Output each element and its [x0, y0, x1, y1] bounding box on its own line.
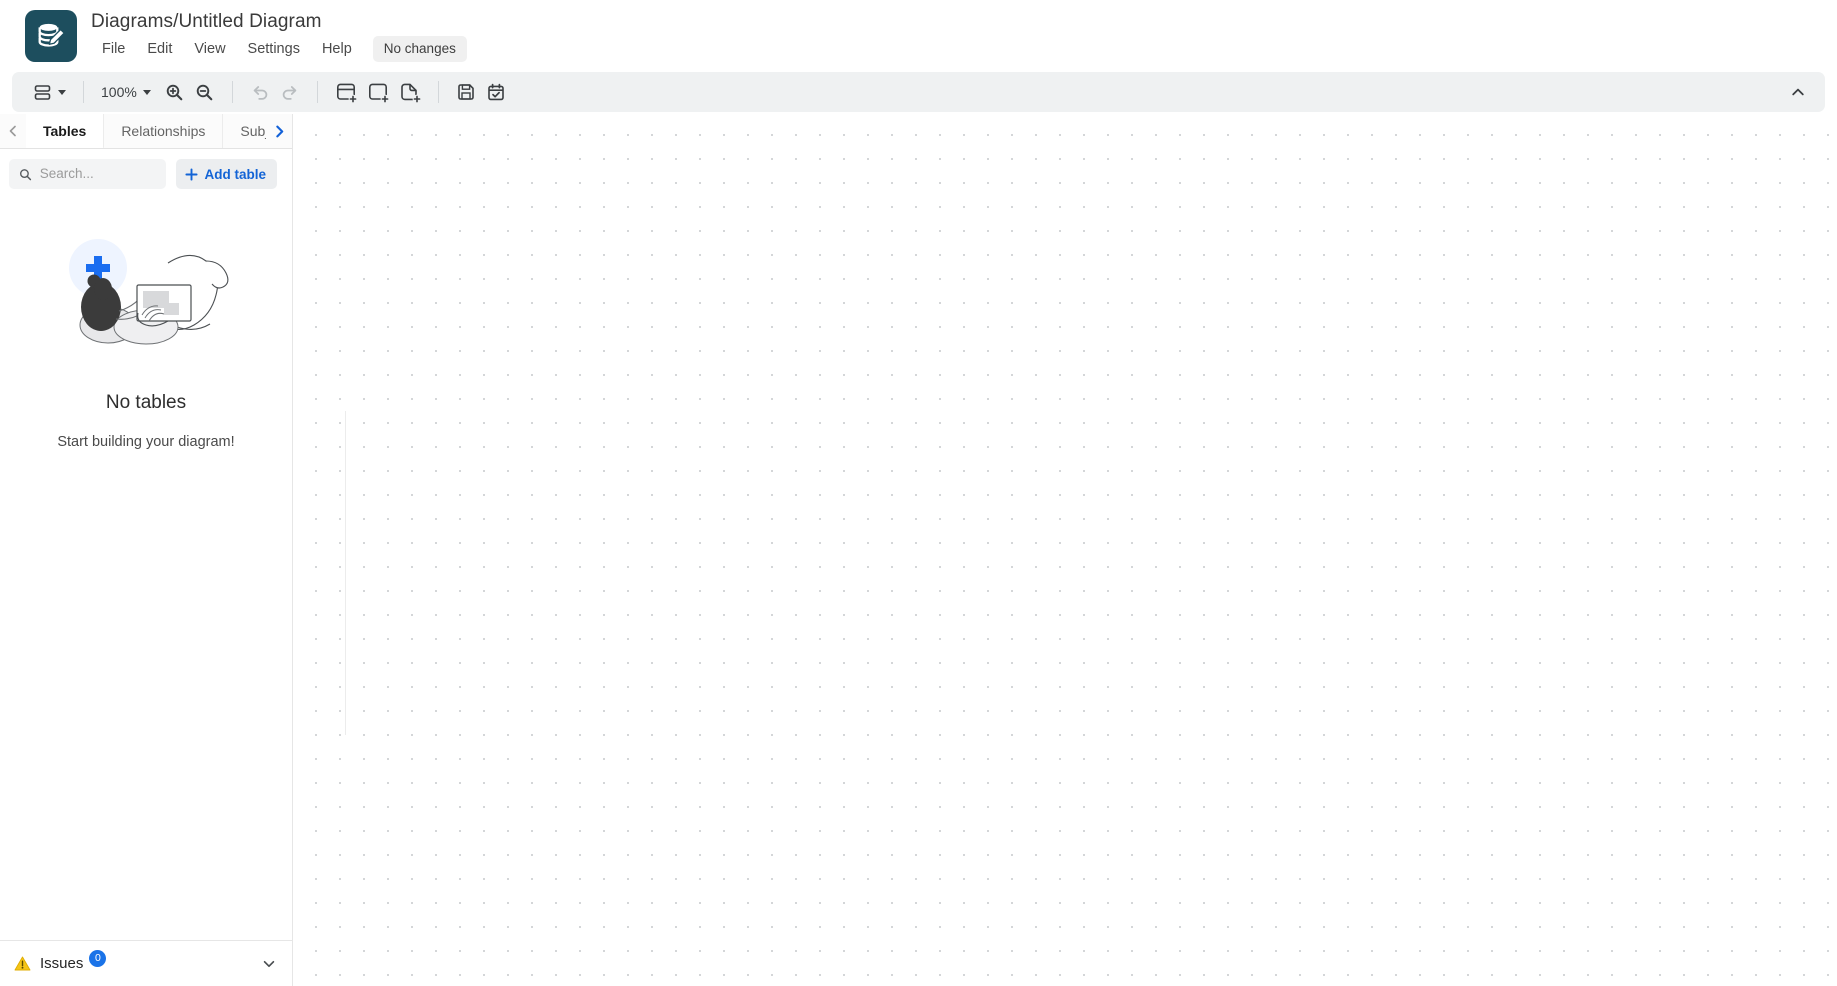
layout-dropdown-button[interactable]: [28, 77, 71, 107]
chevron-right-icon: [275, 125, 283, 137]
redo-button[interactable]: [275, 77, 305, 107]
zoom-in-icon: [167, 84, 183, 100]
canvas-vertical-divider: [345, 411, 346, 735]
rows-layout-icon: [34, 84, 51, 100]
calendar-check-icon: [488, 83, 504, 101]
add-subject-area-button[interactable]: [362, 77, 394, 107]
issues-label: Issues: [40, 954, 84, 972]
tab-scroll-right-button[interactable]: [266, 114, 292, 148]
empty-state-title: No tables: [105, 392, 187, 413]
menu-item-help[interactable]: Help: [311, 36, 363, 62]
zoom-level-dropdown[interactable]: 100%: [96, 77, 156, 107]
header-text-block: Diagrams/Untitled Diagram File Edit View…: [91, 10, 467, 62]
issues-count-badge: 0: [89, 950, 107, 967]
chevron-down-icon[interactable]: [260, 955, 278, 973]
left-sidebar: Tables Relationships Subject Are: [0, 114, 293, 986]
tab-label: Relationships: [121, 123, 206, 139]
sidebar-tabs: Tables Relationships Subject Are: [26, 114, 266, 148]
search-box[interactable]: [9, 159, 167, 189]
issues-bar[interactable]: Issues 0: [0, 940, 292, 986]
tab-label: Subject Are: [240, 123, 266, 139]
add-note-icon: [401, 83, 421, 103]
diagram-canvas[interactable]: [293, 114, 1837, 986]
toolbar-container: 100%: [0, 72, 1837, 114]
add-table-icon: [336, 83, 357, 103]
redo-icon: [282, 86, 297, 100]
toolbar-separator: [437, 81, 439, 103]
person-with-laptop-illustration: [69, 239, 229, 345]
menu-item-settings[interactable]: Settings: [237, 36, 311, 62]
menu-item-edit[interactable]: Edit: [136, 36, 183, 62]
save-button[interactable]: [451, 77, 481, 107]
tables-empty-state: No tables Start building your diagram!: [0, 197, 292, 940]
app-header: Diagrams/Untitled Diagram File Edit View…: [0, 0, 1837, 72]
add-note-button[interactable]: [394, 77, 426, 107]
plus-icon: [185, 167, 199, 181]
tab-label: Tables: [43, 122, 87, 139]
chevron-down-icon: [142, 89, 151, 95]
page-title: Diagrams/Untitled Diagram: [91, 11, 322, 32]
tab-scroll-left-button[interactable]: [0, 114, 26, 148]
zoom-in-button[interactable]: [160, 77, 190, 107]
issues-left-group: Issues 0: [14, 950, 260, 973]
add-table-button[interactable]: Add table: [176, 159, 277, 189]
sidebar-search-row: Add table: [0, 149, 292, 197]
toolbar: 100%: [12, 72, 1825, 112]
add-table-label: Add table: [204, 166, 266, 182]
sidebar-tab-relationships[interactable]: Relationships: [104, 114, 224, 148]
search-input[interactable]: [39, 165, 157, 183]
toolbar-separator: [231, 81, 233, 103]
chevron-up-icon: [1792, 88, 1804, 96]
toolbar-separator: [316, 81, 318, 103]
zoom-level-label: 100%: [101, 84, 137, 100]
toolbar-separator: [83, 81, 84, 103]
undo-icon: [253, 86, 268, 100]
sidebar-tab-tables[interactable]: Tables: [26, 114, 105, 148]
empty-state-subtitle: Start building your diagram!: [57, 434, 235, 450]
search-icon: [20, 168, 32, 180]
undo-button[interactable]: [245, 77, 275, 107]
chevron-left-icon: [9, 125, 16, 137]
zoom-out-button[interactable]: [190, 77, 220, 107]
app-logo[interactable]: [25, 10, 77, 62]
menu-item-file[interactable]: File: [91, 36, 136, 62]
warning-triangle-icon: [14, 956, 31, 971]
add-table-toolbar-button[interactable]: [330, 77, 362, 107]
menu-bar: File Edit View Settings Help No changes: [91, 36, 467, 62]
save-icon: [458, 84, 474, 100]
add-subject-area-icon: [368, 83, 389, 103]
menu-item-view[interactable]: View: [183, 36, 236, 62]
sidebar-tab-bar: Tables Relationships Subject Are: [0, 114, 292, 149]
sidebar-tab-subject-areas[interactable]: Subject Are: [223, 114, 266, 148]
status-badge: No changes: [372, 36, 467, 62]
zoom-out-icon: [197, 84, 213, 100]
drawdb-app: Diagrams/Untitled Diagram File Edit View…: [0, 0, 1837, 986]
commit-button[interactable]: [481, 77, 511, 107]
database-pencil-icon: [38, 23, 65, 47]
chevron-down-icon: [58, 89, 66, 95]
collapse-toolbar-button[interactable]: [1783, 77, 1813, 107]
app-body: Tables Relationships Subject Are: [0, 114, 1837, 986]
